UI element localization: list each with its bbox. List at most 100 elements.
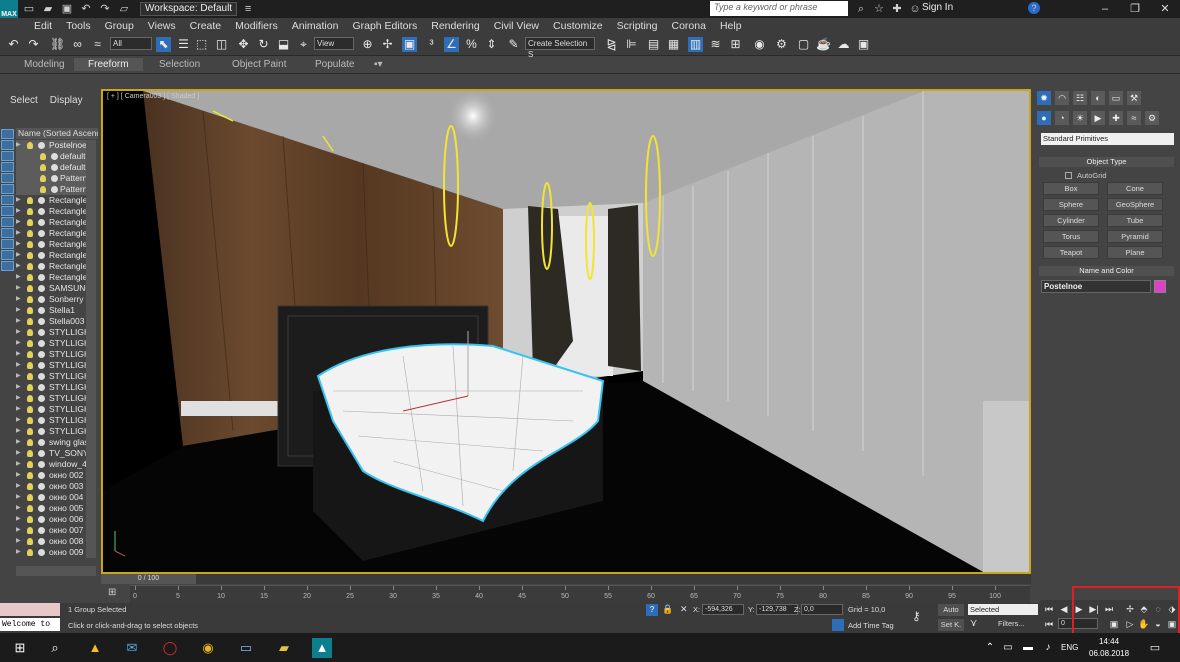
list-item[interactable]: ▶ окно 005 [16,503,86,514]
3dsmax-taskbar-icon[interactable]: ▲ [312,638,332,658]
visibility-bulb-icon[interactable] [27,252,33,259]
tab-modeling[interactable]: Modeling [24,59,65,70]
keyboard-shortcut-icon[interactable]: ▣ [402,37,417,52]
list-item[interactable]: ▶ Rectangle [16,195,86,206]
visibility-bulb-icon[interactable] [27,208,33,215]
menu-civil-view[interactable]: Civil View [494,20,539,32]
redo-icon[interactable]: ↷ [97,2,113,16]
time-tag-icon[interactable] [832,619,844,631]
list-item[interactable]: ▶ окно 008 [16,536,86,547]
visibility-bulb-icon[interactable] [40,175,46,182]
visibility-bulb-icon[interactable] [27,439,33,446]
key-filters-button[interactable]: Filters... [998,619,1025,628]
field-of-view-icon[interactable]: ▷ [1124,618,1136,630]
list-item[interactable]: ▶ SAMSUNG [16,283,86,294]
explorer-filter-icon[interactable] [1,195,14,205]
new-file-icon[interactable]: ▭ [21,2,37,16]
visibility-bulb-icon[interactable] [27,549,33,556]
selection-set-dropdown[interactable]: Create Selection S [525,37,595,59]
list-item[interactable]: ▶ окно 002 [16,470,86,481]
expand-arrow-icon[interactable]: ▶ [16,283,23,294]
move-icon[interactable]: ✥ [236,37,251,52]
explorer-hscrollbar[interactable] [16,566,96,576]
list-item[interactable]: ▶ STYLLIGH [16,382,86,393]
rect-selection-icon[interactable]: ⬚ [194,37,209,52]
list-item[interactable]: ▶ STYLLIGH [16,415,86,426]
volume-icon[interactable]: ♪ [1038,638,1058,658]
expand-arrow-icon[interactable]: ▶ [16,426,23,437]
render-setup-icon[interactable]: ⚙ [774,37,789,52]
expand-arrow-icon[interactable]: ▶ [16,547,23,558]
visibility-bulb-icon[interactable] [27,329,33,336]
clock-time[interactable]: 14:44 [1099,637,1119,646]
expand-arrow-icon[interactable]: ▶ [16,239,23,250]
bind-space-warp-icon[interactable]: ≈ [90,37,105,52]
y-coord-field[interactable]: -129,738 [756,604,798,615]
object-type-rollout[interactable]: Object Type [1039,157,1174,167]
explorer-filter-icon[interactable] [1,151,14,161]
explorer-filter-icon[interactable] [1,217,14,227]
current-frame-field[interactable]: 0 [1058,618,1098,629]
expand-arrow-icon[interactable]: ▶ [16,415,23,426]
render-production-icon[interactable]: ☕ [816,37,831,52]
expand-arrow-icon[interactable]: ▶ [16,492,23,503]
menu-corona[interactable]: Corona [671,20,705,32]
menu-customize[interactable]: Customize [553,20,603,32]
curve-editor-icon[interactable]: ≋ [708,37,723,52]
close-icon[interactable]: ✕ [1150,0,1180,18]
modify-tab-icon[interactable]: ◠ [1055,91,1069,105]
object-name-field[interactable]: Postelnoe [1041,280,1151,293]
open-folder-icon[interactable]: ▰ [40,2,56,16]
visibility-bulb-icon[interactable] [27,219,33,226]
visibility-bulb-icon[interactable] [27,296,33,303]
go-to-start-icon[interactable]: ⏮ [1043,603,1055,615]
zoom-all-icon[interactable]: ⬘ [1138,603,1150,615]
expand-arrow-icon[interactable]: ▶ [16,294,23,305]
expand-arrow-icon[interactable]: ▶ [16,305,23,316]
list-item[interactable]: ▶ Rectangle [16,239,86,250]
menu-edit[interactable]: Edit [34,20,52,32]
edit-named-sets-icon[interactable]: ✎ [506,37,521,52]
schematic-view-icon[interactable]: ⊞ [728,37,743,52]
visibility-bulb-icon[interactable] [27,417,33,424]
visibility-bulb-icon[interactable] [27,307,33,314]
visibility-bulb-icon[interactable] [27,285,33,292]
expand-arrow-icon[interactable]: ▶ [16,140,23,151]
language-indicator[interactable]: ENG [1061,643,1078,652]
create-tab-icon[interactable]: ✹ [1037,91,1051,105]
list-item[interactable]: ▶ STYLLIGH [16,371,86,382]
mini-curve-editor-icon[interactable]: ⊞ [108,587,122,599]
expand-arrow-icon[interactable]: ▶ [16,261,23,272]
pyramid-button[interactable]: Pyramid [1107,230,1163,243]
maxscript-listener-input[interactable] [0,603,60,616]
list-item[interactable]: default [16,151,86,162]
visibility-bulb-icon[interactable] [27,472,33,479]
visibility-bulb-icon[interactable] [27,241,33,248]
list-item[interactable]: ▶ Rectangle [16,272,86,283]
list-item[interactable]: ▶ окно 006 [16,514,86,525]
maxscript-listener-output[interactable]: Welcome to [0,618,60,631]
list-item[interactable]: ▶ STYLLIGH [16,327,86,338]
expand-arrow-icon[interactable]: ▶ [16,349,23,360]
list-item[interactable]: ▶ window_4 [16,459,86,470]
explorer-filter-icon[interactable] [1,173,14,183]
key-filter-dropdown[interactable]: Selected [968,604,1038,615]
expand-arrow-icon[interactable]: ▶ [16,316,23,327]
tray-arrow-icon[interactable]: ⌃ [980,638,1000,658]
undo-icon[interactable]: ↶ [78,2,94,16]
expand-arrow-icon[interactable]: ▶ [16,360,23,371]
key-mode-icon[interactable]: ⋎ [970,618,977,629]
visibility-bulb-icon[interactable] [27,450,33,457]
network-icon[interactable]: ▭ [998,638,1018,658]
explorer-filter-icon[interactable] [1,129,14,139]
visibility-bulb-icon[interactable] [27,340,33,347]
tube-button[interactable]: Tube [1107,214,1163,227]
pan-icon[interactable]: ✋ [1138,618,1150,630]
expand-arrow-icon[interactable]: ▶ [16,206,23,217]
tab-selection[interactable]: Selection [159,59,200,70]
minimize-icon[interactable]: – [1090,0,1120,18]
favorites-star-icon[interactable]: ☆ [871,2,887,16]
teapot-button[interactable]: Teapot [1043,246,1099,259]
visibility-bulb-icon[interactable] [27,274,33,281]
explorer-filter-icon[interactable] [1,140,14,150]
